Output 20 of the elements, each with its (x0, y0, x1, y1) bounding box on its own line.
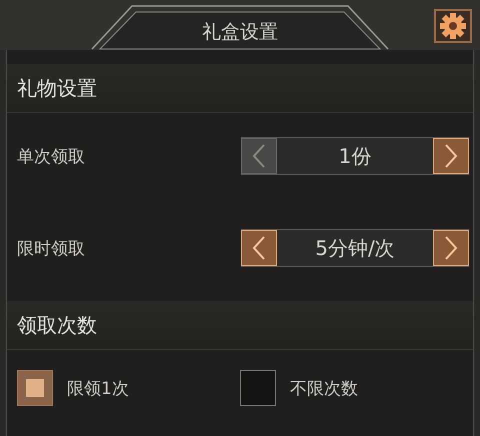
chevron-right-icon (444, 235, 458, 261)
radio-box[interactable] (17, 370, 53, 406)
section-title: 领取次数 (17, 312, 97, 338)
next-button[interactable] (433, 138, 469, 174)
chevron-left-icon (252, 143, 266, 169)
next-button[interactable] (433, 230, 469, 266)
radio-box[interactable] (240, 370, 276, 406)
section-title: 礼物设置 (17, 74, 97, 102)
window-title: 礼盒设置 (202, 20, 278, 45)
row-label: 单次领取 (17, 146, 85, 168)
previous-button[interactable] (241, 230, 277, 266)
settings-icon (438, 11, 468, 41)
stepper-value: 5分钟/次 (314, 235, 396, 262)
settings-button[interactable] (434, 9, 472, 43)
option-label: 限领1次 (67, 378, 129, 400)
stepper-value: 1份 (338, 143, 372, 170)
chevron-left-icon (252, 235, 266, 261)
option-label: 不限次数 (290, 378, 358, 400)
row-label: 限时领取 (17, 238, 85, 260)
chevron-right-icon (444, 143, 458, 169)
